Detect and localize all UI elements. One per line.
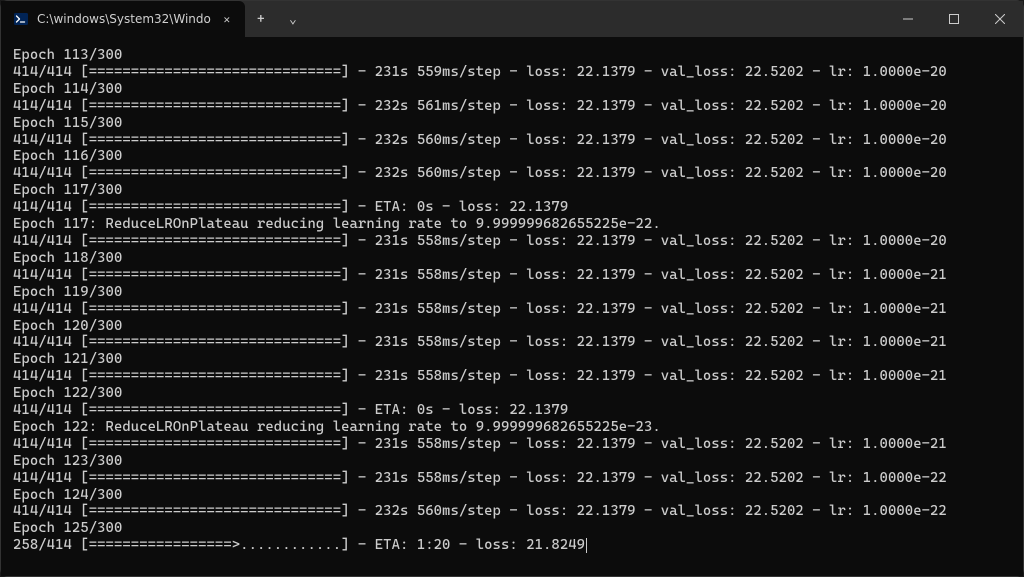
output-line: Epoch 118/300 bbox=[13, 250, 1011, 267]
tab-close-button[interactable]: ✕ bbox=[219, 11, 235, 27]
output-line: 414/414 [==============================]… bbox=[13, 301, 1011, 318]
new-tab-button[interactable]: + bbox=[245, 1, 277, 37]
powershell-icon bbox=[13, 11, 29, 27]
output-line: Epoch 123/300 bbox=[13, 453, 1011, 470]
output-line: 414/414 [==============================]… bbox=[13, 64, 1011, 81]
cursor bbox=[586, 538, 587, 553]
output-line: Epoch 116/300 bbox=[13, 148, 1011, 165]
active-tab[interactable]: C:\windows\System32\Windo ✕ bbox=[1, 1, 245, 37]
output-line: Epoch 122: ReduceLROnPlateau reducing le… bbox=[13, 419, 1011, 436]
titlebar: C:\windows\System32\Windo ✕ + ⌄ bbox=[1, 1, 1023, 37]
output-line: Epoch 113/300 bbox=[13, 47, 1011, 64]
output-line: Epoch 117: ReduceLROnPlateau reducing le… bbox=[13, 216, 1011, 233]
tab-title: C:\windows\System32\Windo bbox=[37, 12, 211, 26]
close-button[interactable] bbox=[977, 1, 1023, 37]
output-line: 258/414 [=================>............]… bbox=[13, 537, 1011, 554]
output-line: 414/414 [==============================]… bbox=[13, 98, 1011, 115]
output-line: 414/414 [==============================]… bbox=[13, 165, 1011, 182]
output-line: Epoch 120/300 bbox=[13, 318, 1011, 335]
output-line: 414/414 [==============================]… bbox=[13, 470, 1011, 487]
output-line: 414/414 [==============================]… bbox=[13, 199, 1011, 216]
output-line: Epoch 124/300 bbox=[13, 487, 1011, 504]
output-line: 414/414 [==============================]… bbox=[13, 402, 1011, 419]
output-line: 414/414 [==============================]… bbox=[13, 132, 1011, 149]
terminal-output[interactable]: Epoch 113/300414/414 [==================… bbox=[1, 37, 1023, 576]
output-line: 414/414 [==============================]… bbox=[13, 436, 1011, 453]
output-line: 414/414 [==============================]… bbox=[13, 503, 1011, 520]
output-line: Epoch 119/300 bbox=[13, 284, 1011, 301]
minimize-button[interactable] bbox=[885, 1, 931, 37]
output-line: Epoch 115/300 bbox=[13, 115, 1011, 132]
titlebar-left: C:\windows\System32\Windo ✕ + ⌄ bbox=[1, 1, 309, 37]
output-line: Epoch 114/300 bbox=[13, 81, 1011, 98]
maximize-button[interactable] bbox=[931, 1, 977, 37]
output-line: 414/414 [==============================]… bbox=[13, 267, 1011, 284]
output-line: Epoch 117/300 bbox=[13, 182, 1011, 199]
output-line: 414/414 [==============================]… bbox=[13, 233, 1011, 250]
output-line: 414/414 [==============================]… bbox=[13, 368, 1011, 385]
output-line: 414/414 [==============================]… bbox=[13, 334, 1011, 351]
tab-dropdown-button[interactable]: ⌄ bbox=[277, 1, 309, 37]
output-line: Epoch 125/300 bbox=[13, 520, 1011, 537]
output-line: Epoch 122/300 bbox=[13, 385, 1011, 402]
window-controls bbox=[885, 1, 1023, 37]
output-line: Epoch 121/300 bbox=[13, 351, 1011, 368]
